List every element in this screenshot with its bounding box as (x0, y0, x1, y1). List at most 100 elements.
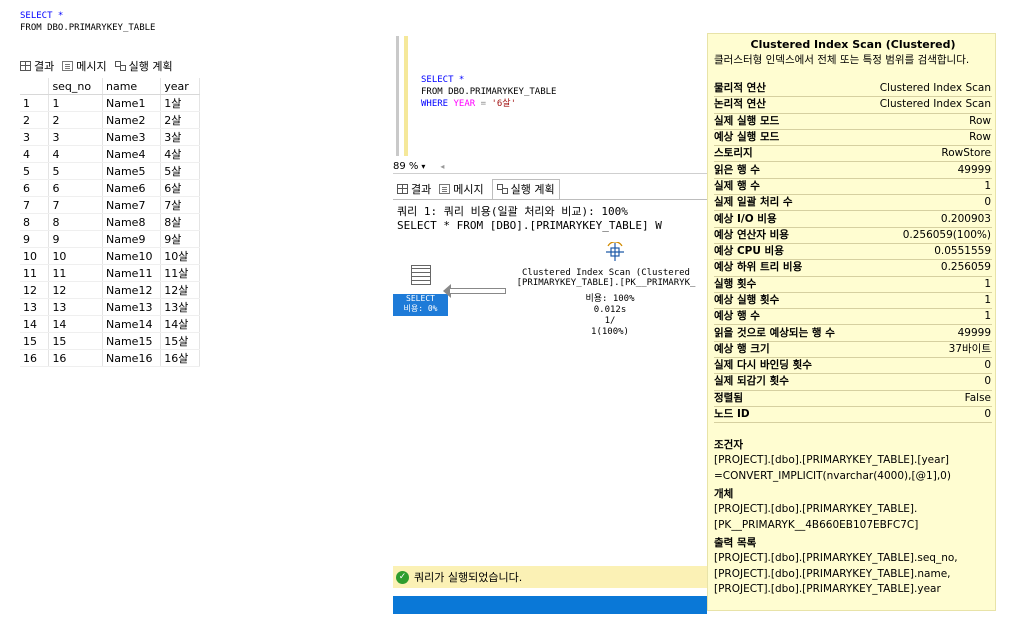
seq-no-cell[interactable]: 2 (48, 111, 103, 129)
select-node-icon[interactable] (411, 265, 431, 285)
name-cell[interactable]: Name8 (102, 213, 162, 231)
seq-no-cell[interactable]: 8 (48, 213, 103, 231)
year-cell[interactable]: 4살 (160, 145, 200, 163)
table-row[interactable]: 5 5 Name5 5살 (20, 162, 200, 180)
table-row[interactable]: 2 2 Name2 2살 (20, 111, 200, 129)
year-cell[interactable]: 8살 (160, 213, 200, 231)
zoom-control[interactable]: 89 % ▾ ◂ (393, 161, 444, 172)
table-row[interactable]: 8 8 Name8 8살 (20, 213, 200, 231)
table-row[interactable]: 6 6 Name6 6살 (20, 179, 200, 197)
name-cell[interactable]: Name2 (102, 111, 162, 129)
table-row[interactable]: 10 10 Name10 10살 (20, 247, 200, 265)
year-cell[interactable]: 6살 (160, 179, 200, 197)
seq-no-cell[interactable]: 11 (48, 264, 103, 282)
table-row[interactable]: 15 15 Name15 15살 (20, 332, 200, 350)
year-cell[interactable]: 9살 (160, 230, 200, 248)
year-cell[interactable]: 5살 (160, 162, 200, 180)
left-query-text[interactable]: SELECT * FROM DBO.PRIMARYKEY_TABLE (20, 10, 155, 34)
name-cell[interactable]: Name9 (102, 230, 162, 248)
seq-no-cell[interactable]: 10 (48, 247, 103, 265)
year-cell[interactable]: 7살 (160, 196, 200, 214)
name-cell[interactable]: Name13 (102, 298, 162, 316)
row-number-cell[interactable]: 7 (20, 196, 50, 214)
name-cell[interactable]: Name6 (102, 179, 162, 197)
table-row[interactable]: 1 1 Name1 1살 (20, 94, 200, 112)
row-number-cell[interactable]: 15 (20, 332, 50, 350)
year-cell[interactable]: 11살 (160, 264, 200, 282)
row-number-cell[interactable]: 12 (20, 281, 50, 299)
name-cell[interactable]: Name3 (102, 128, 162, 146)
name-cell[interactable]: Name4 (102, 145, 162, 163)
row-number-cell[interactable]: 6 (20, 179, 50, 197)
scroll-left-icon[interactable]: ◂ (440, 162, 444, 171)
clustered-index-scan-icon[interactable] (605, 242, 625, 262)
row-number-cell[interactable]: 11 (20, 264, 50, 282)
name-cell[interactable]: Name15 (102, 332, 162, 350)
tab-execution-plan[interactable]: 실행 계획 (491, 179, 560, 199)
year-cell[interactable]: 12살 (160, 281, 200, 299)
data-flow-arrow[interactable] (450, 288, 506, 294)
table-row[interactable]: 4 4 Name4 4살 (20, 145, 200, 163)
table-row[interactable]: 3 3 Name3 3살 (20, 128, 200, 146)
seq-no-cell[interactable]: 4 (48, 145, 103, 163)
seq-no-cell[interactable]: 15 (48, 332, 103, 350)
year-cell[interactable]: 2살 (160, 111, 200, 129)
row-number-cell[interactable]: 16 (20, 349, 50, 367)
column-header-name[interactable]: name (102, 78, 162, 95)
row-number-cell[interactable]: 13 (20, 298, 50, 316)
name-cell[interactable]: Name16 (102, 349, 162, 367)
row-number-cell[interactable]: 3 (20, 128, 50, 146)
horizontal-scrollbar[interactable] (393, 173, 707, 174)
table-row[interactable]: 14 14 Name14 14살 (20, 315, 200, 333)
seq-no-cell[interactable]: 9 (48, 230, 103, 248)
name-cell[interactable]: Name11 (102, 264, 162, 282)
seq-no-cell[interactable]: 3 (48, 128, 103, 146)
name-cell[interactable]: Name1 (102, 94, 162, 112)
table-row[interactable]: 13 13 Name13 13살 (20, 298, 200, 316)
table-row[interactable]: 9 9 Name9 9살 (20, 230, 200, 248)
table-row[interactable]: 7 7 Name7 7살 (20, 196, 200, 214)
column-header-year[interactable]: year (160, 78, 200, 95)
row-number-cell[interactable]: 10 (20, 247, 50, 265)
seq-no-cell[interactable]: 1 (48, 94, 103, 112)
seq-no-cell[interactable]: 13 (48, 298, 103, 316)
name-cell[interactable]: Name14 (102, 315, 162, 333)
seq-no-cell[interactable]: 12 (48, 281, 103, 299)
table-row[interactable]: 16 16 Name16 16살 (20, 349, 200, 367)
middle-query-text[interactable]: SELECT * FROM DBO.PRIMARYKEY_TABLE WHERE… (421, 74, 556, 110)
year-cell[interactable]: 3살 (160, 128, 200, 146)
row-number-cell[interactable]: 4 (20, 145, 50, 163)
row-number-cell[interactable]: 1 (20, 94, 50, 112)
tab-messages[interactable]: 메시지 (439, 181, 484, 197)
name-cell[interactable]: Name7 (102, 196, 162, 214)
seq-no-cell[interactable]: 16 (48, 349, 103, 367)
name-cell[interactable]: Name10 (102, 247, 162, 265)
row-number-cell[interactable]: 8 (20, 213, 50, 231)
chevron-down-icon[interactable]: ▾ (421, 162, 425, 171)
tab-messages[interactable]: 메시지 (62, 58, 107, 74)
year-cell[interactable]: 1살 (160, 94, 200, 112)
tab-results[interactable]: 결과 (20, 58, 54, 74)
select-node[interactable]: SELECT 비용: 0% (393, 294, 448, 316)
column-header-seq-no[interactable]: seq_no (48, 78, 103, 95)
tab-execution-plan[interactable]: 실행 계획 (114, 58, 173, 74)
name-cell[interactable]: Name5 (102, 162, 162, 180)
year-cell[interactable]: 10살 (160, 247, 200, 265)
year-cell[interactable]: 14살 (160, 315, 200, 333)
results-grid[interactable]: seq_no name year 1 1 Name1 1살 2 2 Name2 2살 3 3 Nam… (20, 78, 200, 367)
row-number-cell[interactable]: 5 (20, 162, 50, 180)
row-number-cell[interactable]: 2 (20, 111, 50, 129)
seq-no-cell[interactable]: 6 (48, 179, 103, 197)
year-cell[interactable]: 13살 (160, 298, 200, 316)
seq-no-cell[interactable]: 5 (48, 162, 103, 180)
seq-no-cell[interactable]: 14 (48, 315, 103, 333)
tab-results[interactable]: 결과 (397, 181, 431, 197)
row-number-cell[interactable]: 9 (20, 230, 50, 248)
year-cell[interactable]: 16살 (160, 349, 200, 367)
year-cell[interactable]: 15살 (160, 332, 200, 350)
table-row[interactable]: 11 11 Name11 11살 (20, 264, 200, 282)
row-number-header[interactable] (20, 78, 50, 95)
scan-node-label[interactable]: Clustered Index Scan (Clustered [PRIMARY… (505, 268, 707, 288)
name-cell[interactable]: Name12 (102, 281, 162, 299)
row-number-cell[interactable]: 14 (20, 315, 50, 333)
